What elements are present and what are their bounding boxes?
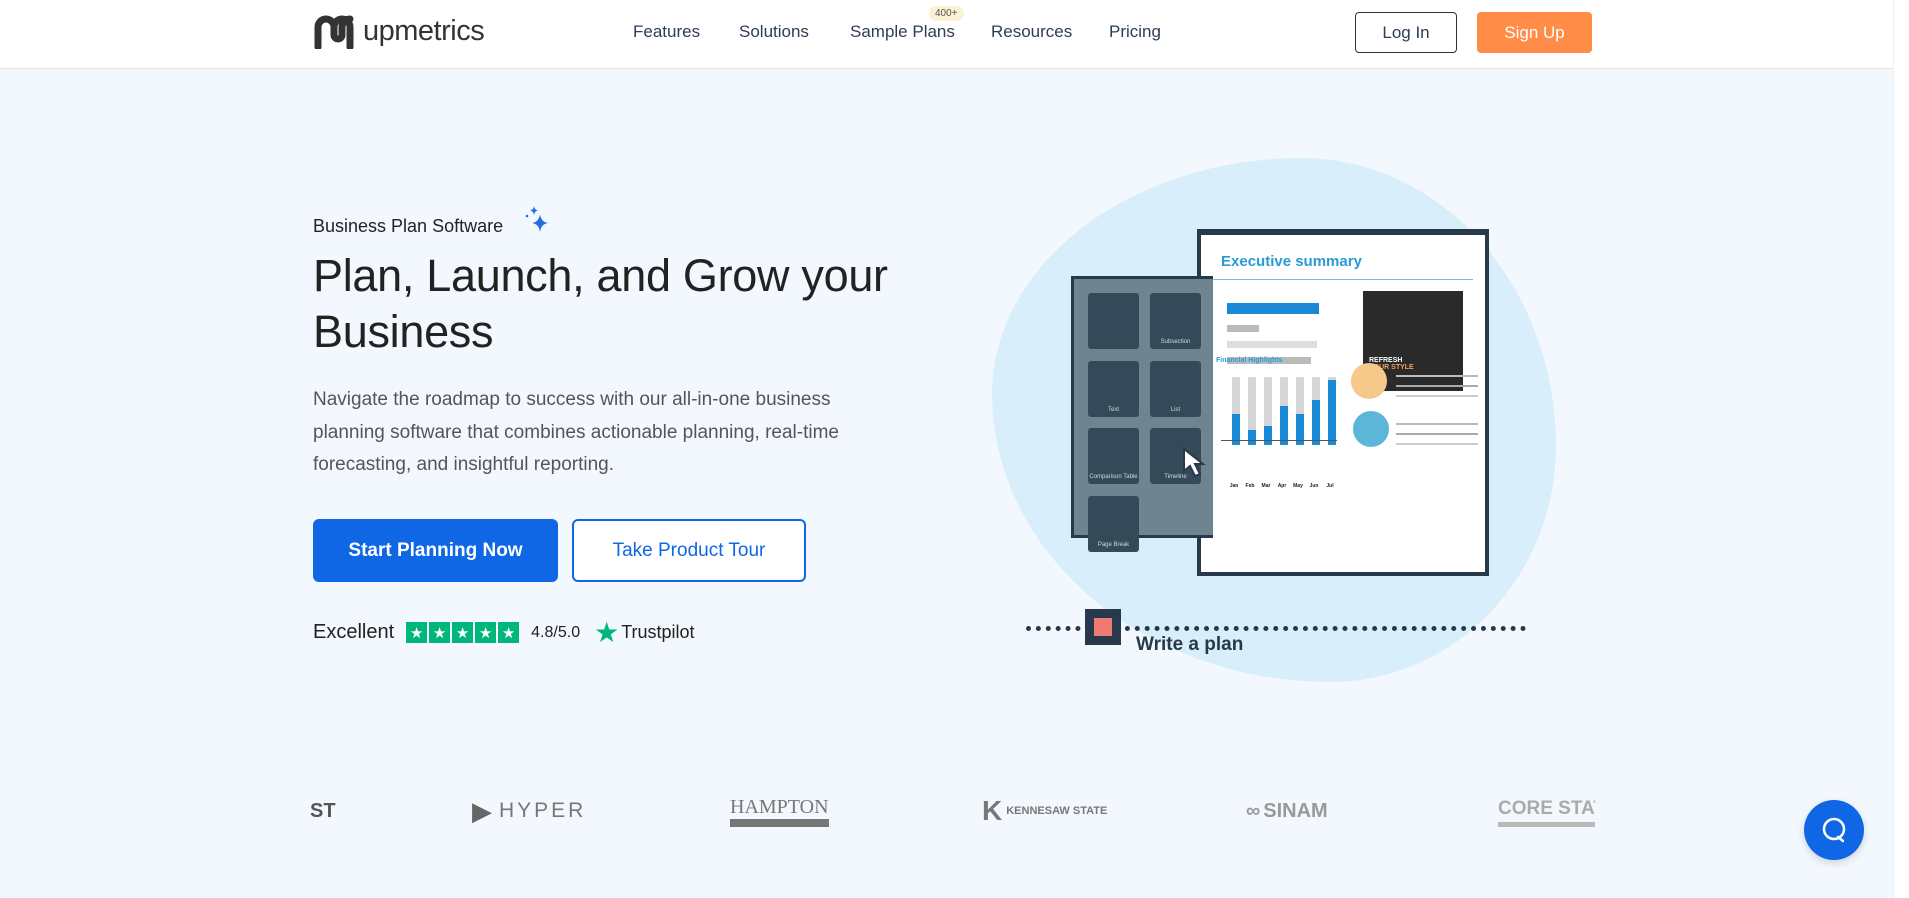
brand-name: upmetrics xyxy=(363,14,485,47)
hero-title: Plan, Launch, and Grow your Business xyxy=(313,250,888,357)
rating-stars: ★ ★ ★ ★ ★ xyxy=(406,622,520,643)
chart-bar xyxy=(1264,377,1272,445)
document-preview: Executive summary REFRESH YOUR STYLE Fina… xyxy=(1197,229,1489,576)
rating-score: 4.8/5.0 xyxy=(531,623,581,641)
month-labels: Jan Feb Mar Apr May Jun Jul xyxy=(1228,483,1336,489)
trustpilot-name: Trustpilot xyxy=(621,622,695,642)
logo-kennesaw: K KENNESAW STATE xyxy=(982,795,1108,826)
logo-hampton: HAMPTON xyxy=(730,795,829,827)
tile-subsection[interactable]: Subsection xyxy=(1150,293,1201,349)
star-icon: ★ xyxy=(406,622,428,643)
trustpilot-star-icon: ★ xyxy=(594,617,620,648)
month-label: Jun xyxy=(1309,483,1319,489)
chart-bar xyxy=(1232,377,1240,445)
tile-list[interactable]: List xyxy=(1150,361,1201,417)
star-icon: ★ xyxy=(452,622,474,643)
play-icon: ▶ xyxy=(472,795,495,826)
nav-pricing[interactable]: Pricing xyxy=(1109,22,1161,42)
month-label: Feb xyxy=(1245,483,1255,489)
logo-hyper: ▶ HYPER xyxy=(472,795,587,826)
chart-bar xyxy=(1312,377,1320,445)
logo-core-state: CORE STATE xyxy=(1498,795,1595,827)
nav-features[interactable]: Features xyxy=(633,22,700,42)
chart-bar xyxy=(1280,377,1288,445)
logo-st: ST xyxy=(310,799,336,822)
sample-plans-badge: 400+ xyxy=(929,6,964,21)
month-label: Apr xyxy=(1277,483,1287,489)
month-label: Mar xyxy=(1261,483,1271,489)
month-label: Jul xyxy=(1326,483,1334,489)
avatar xyxy=(1353,411,1389,447)
chat-icon xyxy=(1822,817,1846,843)
nav-resources[interactable]: Resources xyxy=(991,22,1072,42)
sparkle-icon xyxy=(525,206,548,232)
chart-bar-fill xyxy=(1264,425,1272,445)
signup-button[interactable]: Sign Up xyxy=(1477,12,1592,53)
hero-description: Navigate the roadmap to success with our… xyxy=(313,389,839,475)
avatar xyxy=(1351,363,1387,399)
star-icon: ★ xyxy=(429,622,451,643)
financial-highlights-label: Financial Highlights xyxy=(1216,357,1283,364)
rating-label: Excellent xyxy=(313,621,395,643)
tile-blank[interactable] xyxy=(1088,293,1139,349)
cursor-icon xyxy=(1183,447,1206,478)
tile-text[interactable]: Text xyxy=(1088,361,1139,417)
brand-logo[interactable]: upmetrics xyxy=(313,13,485,49)
chart-bar xyxy=(1248,377,1256,445)
chart-bar-fill xyxy=(1328,380,1336,445)
chart-bar xyxy=(1328,377,1336,445)
product-tour-button[interactable]: Take Product Tour xyxy=(572,519,806,582)
star-icon: ★ xyxy=(498,622,520,643)
upmetrics-logo-icon xyxy=(314,15,354,49)
step-marker xyxy=(1085,609,1121,645)
page-scrollbar[interactable] xyxy=(1893,0,1909,898)
logo-sinam: ∞ SINAM xyxy=(1246,799,1328,822)
block-palette: Subsection Text List Comparison Table Ti… xyxy=(1071,276,1213,552)
chat-button[interactable] xyxy=(1804,800,1864,860)
chart-bar-fill xyxy=(1248,430,1256,445)
chart-bar-fill xyxy=(1312,400,1320,445)
start-planning-button[interactable]: Start Planning Now xyxy=(313,519,558,582)
trustpilot-rating[interactable]: Excellent ★ ★ ★ ★ ★ 4.8/5.0 ★ Trustpilot xyxy=(313,616,695,649)
star-icon: ★ xyxy=(475,622,497,643)
tile-page-break[interactable]: Page Break xyxy=(1088,496,1139,552)
step-label: Write a plan xyxy=(1136,634,1244,655)
month-label: May xyxy=(1293,483,1303,489)
tile-comparison-table[interactable]: Comparison Table xyxy=(1088,428,1139,484)
chart-bar xyxy=(1296,377,1304,445)
top-nav: upmetrics Features Solutions Sample Plan… xyxy=(0,0,1893,69)
hero-eyebrow: Business Plan Software xyxy=(313,216,504,236)
customer-logos: ST ▶ HYPER HAMPTON K KENNESAW STATE ∞ SINAM… xyxy=(300,795,1595,835)
nav-solutions[interactable]: Solutions xyxy=(739,22,809,42)
login-button[interactable]: Log In xyxy=(1355,12,1457,53)
nav-sample-plans[interactable]: Sample Plans xyxy=(850,22,955,42)
doc-heading-bar xyxy=(1227,303,1319,314)
bar-chart xyxy=(1232,377,1336,445)
month-label: Jan xyxy=(1229,483,1239,489)
doc-title: Executive summary xyxy=(1221,253,1362,270)
